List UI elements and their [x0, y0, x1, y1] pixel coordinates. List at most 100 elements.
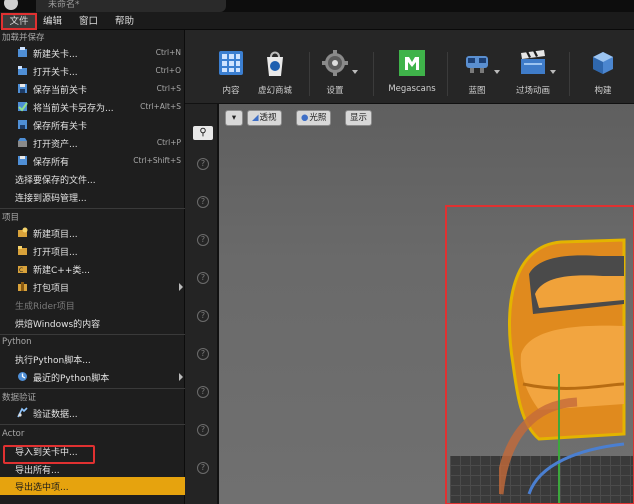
lit-icon: ●: [301, 113, 309, 123]
save-all-levels-icon: [18, 120, 27, 129]
help-icon[interactable]: ?: [197, 310, 209, 322]
chevron-down-icon[interactable]: [352, 70, 358, 74]
megascans-button[interactable]: Megascans: [383, 48, 441, 98]
open-level-icon: [18, 66, 27, 75]
menu-generate-rider-project: 生成Rider项目: [15, 302, 75, 312]
menu-recent-python-scripts[interactable]: 最近的Python脚本: [0, 368, 185, 386]
perspective-icon: ◢: [252, 113, 259, 123]
menu-edit[interactable]: 编辑: [38, 14, 67, 29]
chevron-down-icon[interactable]: [550, 70, 556, 74]
lit-label: 光照: [309, 113, 327, 123]
svg-text:C: C: [19, 267, 23, 274]
help-icon[interactable]: ?: [197, 462, 209, 474]
menu-package-project[interactable]: 打包项目: [0, 278, 185, 296]
menu-validate-data[interactable]: 验证数据...: [0, 404, 185, 422]
submenu-arrow-icon: [179, 373, 183, 381]
build-button-label: 构建: [594, 86, 612, 96]
marketplace-button-label: 虚幻商城: [257, 86, 292, 96]
help-icon[interactable]: ?: [197, 348, 209, 360]
main-toolbar: 内容 虚幻商城 设置 Megascans 蓝图 过场动画 构建: [185, 30, 634, 104]
open-project-icon: [18, 246, 27, 255]
blueprints-button-label: 蓝图: [468, 86, 486, 96]
marketplace-button[interactable]: 虚幻商城: [247, 48, 303, 98]
menu-divider: [0, 424, 185, 425]
megascans-button-label: Megascans: [388, 84, 436, 94]
lit-button[interactable]: ●光照: [296, 110, 332, 126]
section-title-load-save: 加载并保存: [2, 33, 45, 43]
toolbar-separator: [373, 52, 374, 96]
help-icon[interactable]: ?: [197, 386, 209, 398]
settings-button-label: 设置: [326, 86, 344, 96]
menu-divider: [0, 388, 185, 389]
title-bar: 未命名*: [0, 0, 634, 12]
save-icon: [18, 84, 27, 93]
package-project-icon: [18, 282, 27, 291]
menu-divider: [0, 208, 185, 209]
menu-save-level-as[interactable]: 将当前关卡另存为... Ctrl+Alt+S: [0, 98, 185, 116]
chevron-down-icon[interactable]: [494, 70, 500, 74]
toolbar-separator: [569, 52, 570, 96]
menu-new-project[interactable]: 新建项目...: [0, 224, 185, 242]
section-title-project: 项目: [2, 213, 20, 223]
show-button[interactable]: 显示: [345, 110, 373, 126]
open-asset-icon: [18, 138, 27, 147]
marketplace-icon: [260, 48, 290, 78]
menu-open-project[interactable]: 打开项目...: [0, 242, 185, 260]
file-dropdown-menu: 加载并保存 新建关卡... Ctrl+N 打开关卡... Ctrl+O 保存当前…: [0, 30, 185, 504]
level-viewport[interactable]: ▾ ◢透视 ●光照 显示: [219, 104, 634, 504]
menu-connect-source-control[interactable]: 连接到源码管理...: [0, 188, 185, 206]
help-icon[interactable]: ?: [197, 196, 209, 208]
section-title-data-validation: 数据验证: [2, 393, 37, 403]
document-tab[interactable]: 未命名*: [36, 0, 226, 12]
section-title-actor: Actor: [2, 429, 25, 439]
menu-help[interactable]: 帮助: [110, 14, 139, 29]
build-button[interactable]: 构建: [575, 48, 631, 98]
menu-new-cpp-class[interactable]: C 新建C++类...: [0, 260, 185, 278]
help-icon[interactable]: ?: [197, 424, 209, 436]
blueprints-button[interactable]: 蓝图: [449, 48, 505, 98]
perspective-label: 透视: [259, 113, 277, 123]
help-icon[interactable]: ?: [197, 272, 209, 284]
section-title-python: Python: [2, 337, 32, 347]
blueprints-icon: [462, 48, 500, 78]
new-cpp-class-icon: C: [18, 266, 27, 274]
cinematics-button[interactable]: 过场动画: [505, 48, 561, 98]
submenu-arrow-icon: [179, 283, 183, 291]
menu-save-all[interactable]: 保存所有 Ctrl+Shift+S: [0, 152, 185, 170]
content-browser-icon: [216, 48, 246, 78]
document-tab-label: 未命名*: [48, 0, 80, 10]
search-icon[interactable]: ⚲: [193, 126, 213, 140]
validate-data-icon: [17, 407, 28, 418]
menu-execute-python-script[interactable]: 执行Python脚本...: [0, 350, 185, 368]
help-icon[interactable]: ?: [197, 234, 209, 246]
export-selected-annotation-box: [3, 445, 95, 464]
save-as-icon: [18, 102, 28, 112]
menu-open-level[interactable]: 打开关卡... Ctrl+O: [0, 62, 185, 80]
cinematics-button-label: 过场动画: [515, 86, 550, 96]
new-project-icon: [18, 227, 28, 237]
new-level-icon: [18, 47, 27, 57]
perspective-button[interactable]: ◢透视: [247, 110, 282, 126]
selection-annotation-box: [445, 205, 634, 504]
menu-file[interactable]: 文件: [1, 13, 37, 30]
help-icon[interactable]: ?: [197, 158, 209, 170]
show-label: 显示: [350, 113, 368, 123]
menu-new-level[interactable]: 新建关卡... Ctrl+N: [0, 44, 185, 62]
menu-bar: 文件 编辑 窗口 帮助: [0, 12, 634, 30]
python-recent-icon: [18, 372, 27, 381]
menu-cook-windows-content[interactable]: 烘焙Windows的内容: [0, 314, 185, 332]
settings-icon: [320, 48, 358, 78]
viewport-options-button[interactable]: ▾: [225, 110, 243, 126]
build-icon: [588, 48, 618, 78]
menu-open-asset[interactable]: 打开资产... Ctrl+P: [0, 134, 185, 152]
menu-save-all-levels[interactable]: 保存所有关卡: [0, 116, 185, 134]
menu-divider: [0, 334, 185, 335]
toolbar-separator: [447, 52, 448, 96]
settings-button[interactable]: 设置: [307, 48, 363, 98]
menu-choose-files-to-save[interactable]: 选择要保存的文件...: [0, 170, 185, 188]
menu-save-current-level[interactable]: 保存当前关卡 Ctrl+S: [0, 80, 185, 98]
menu-export-selected[interactable]: 导出选中项...: [0, 477, 185, 495]
menu-window[interactable]: 窗口: [74, 14, 103, 29]
unreal-logo-icon[interactable]: [4, 0, 18, 10]
megascans-icon: [397, 48, 427, 78]
